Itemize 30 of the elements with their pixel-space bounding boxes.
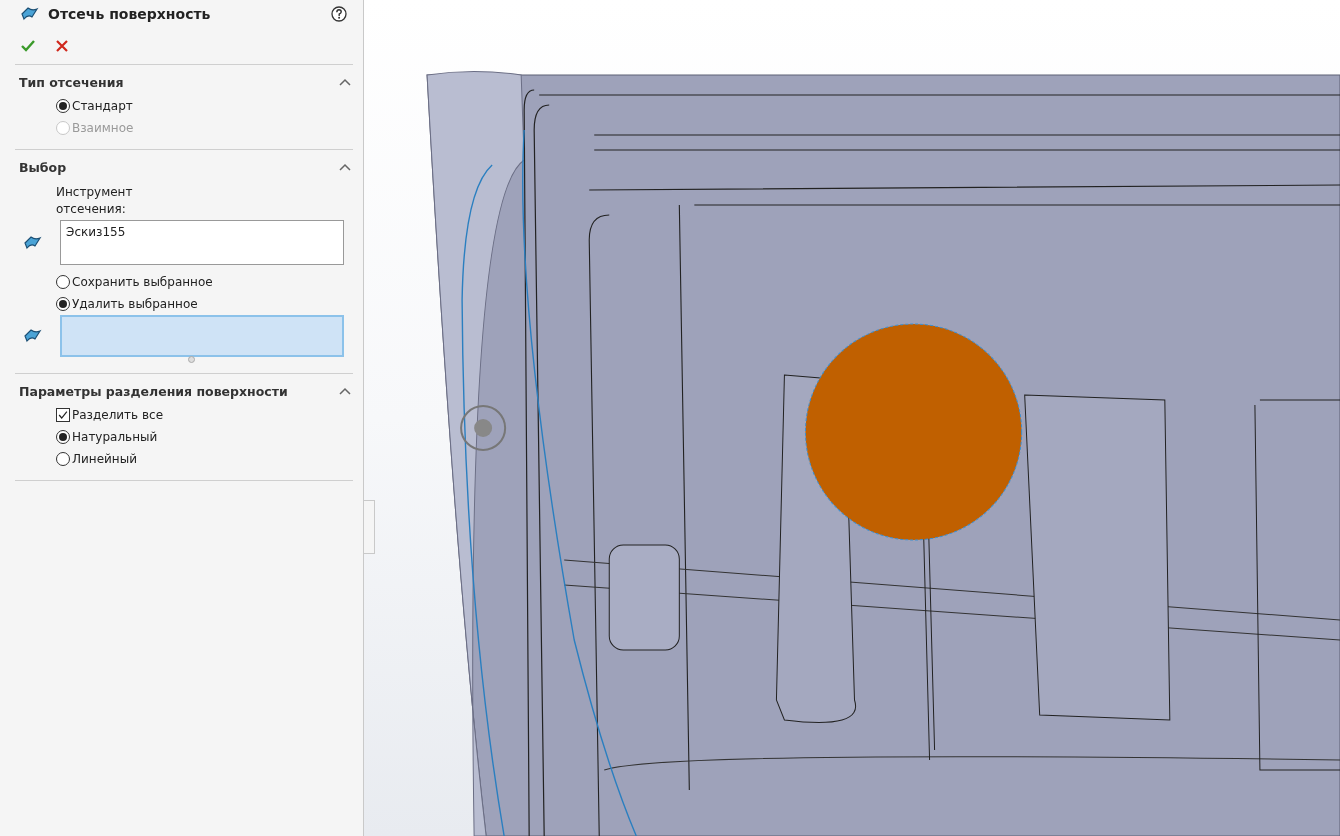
field-label: Инструмент отсечения: xyxy=(56,184,134,218)
radio-button[interactable] xyxy=(56,275,70,289)
panel-collapse-handle[interactable] xyxy=(364,500,375,554)
radio-label[interactable]: Линейный xyxy=(72,452,137,466)
section-title: Тип отсечения xyxy=(19,74,124,90)
resize-grip-icon[interactable] xyxy=(188,356,195,363)
radio-button[interactable] xyxy=(56,452,70,466)
radio-button[interactable] xyxy=(56,430,70,444)
checkbox-label[interactable]: Разделить все xyxy=(72,408,164,422)
collapse-caret-icon[interactable] xyxy=(339,78,351,86)
surface-icon xyxy=(20,6,40,22)
radio-label[interactable]: Сохранить выбранное xyxy=(72,275,213,289)
collapse-caret-icon[interactable] xyxy=(339,163,351,171)
checkbox[interactable] xyxy=(56,408,70,422)
radio-button[interactable] xyxy=(56,99,70,113)
radio-button[interactable] xyxy=(56,297,70,311)
section-title: Параметры разделения поверхности xyxy=(19,383,288,399)
surface-icon xyxy=(23,328,43,344)
help-icon[interactable] xyxy=(331,6,347,22)
section-title: Выбор xyxy=(19,159,67,175)
confirm-icon[interactable] xyxy=(20,38,36,54)
close-icon[interactable] xyxy=(54,38,70,54)
selection-list-field[interactable]: Эскиз155 xyxy=(60,220,344,265)
radio-label[interactable]: Натуральный xyxy=(72,430,158,444)
radio-label[interactable]: Удалить выбранное xyxy=(72,297,198,311)
surface-icon xyxy=(23,234,43,251)
collapse-caret-icon[interactable] xyxy=(339,387,351,395)
selection-list-field[interactable] xyxy=(60,315,344,357)
panel-title: Отсечь поверхность xyxy=(48,6,212,22)
radio-label[interactable]: Стандарт xyxy=(72,99,133,113)
